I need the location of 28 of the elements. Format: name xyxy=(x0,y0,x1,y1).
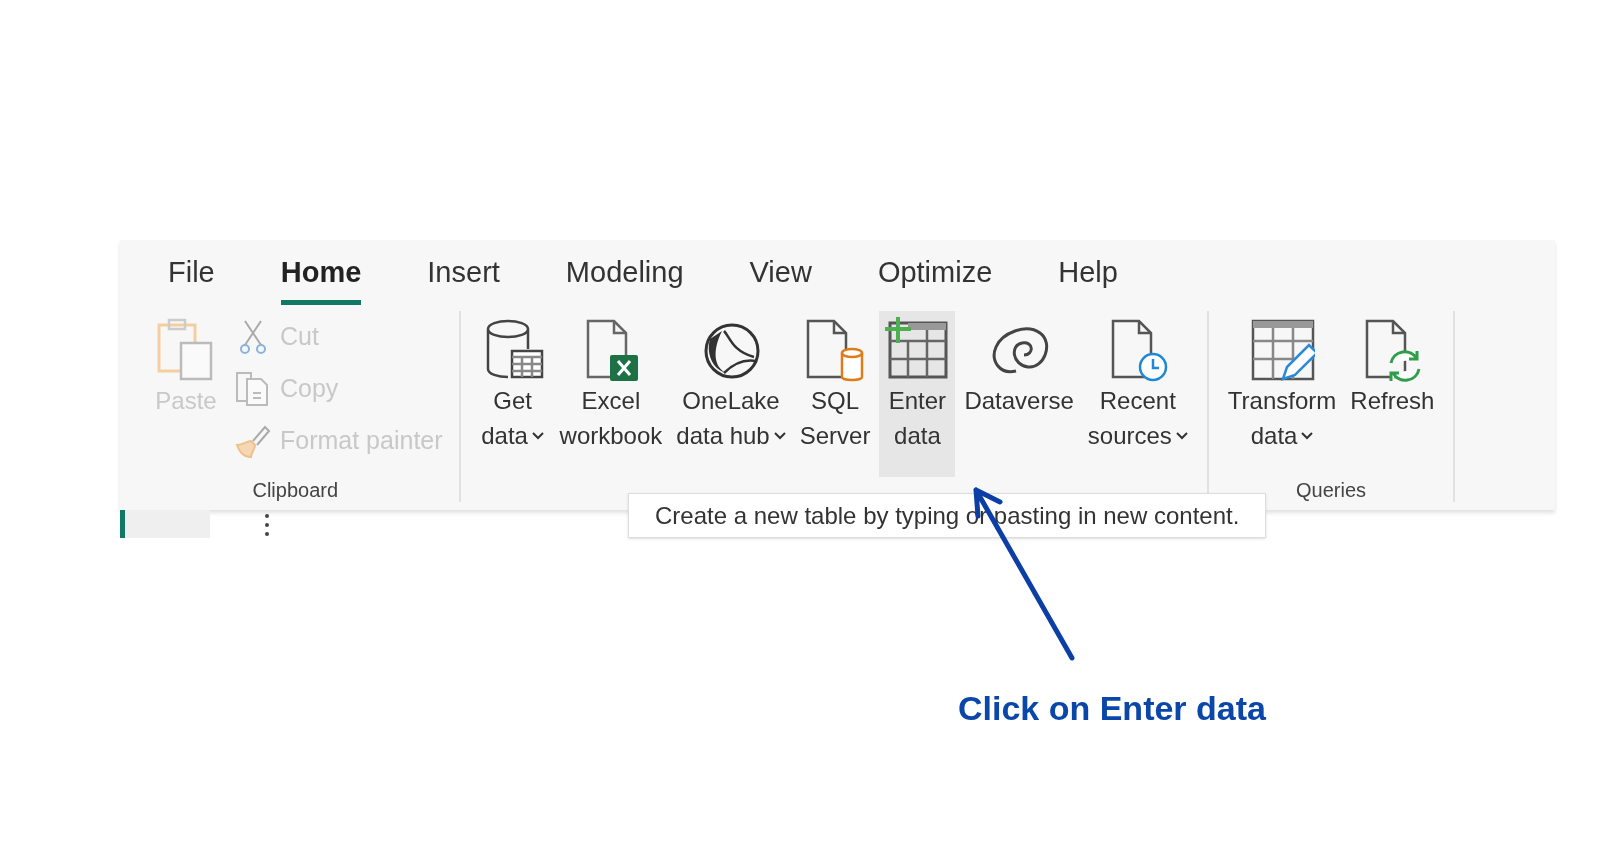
ribbon-button[interactable]: Excel workbook xyxy=(554,311,668,477)
chevron-down-icon xyxy=(773,431,786,440)
ribbon-button[interactable]: Get data xyxy=(474,311,551,477)
group-label: Queries xyxy=(1296,478,1367,503)
ribbon-button[interactable]: Recent sources xyxy=(1082,311,1193,477)
ribbon-tab[interactable]: Home xyxy=(280,252,362,305)
ribbon-button[interactable]: SQL Server xyxy=(794,311,876,477)
ribbon-tab[interactable]: Optimize xyxy=(877,252,993,305)
paintbrush-icon xyxy=(235,423,271,459)
copy-icon xyxy=(235,371,271,407)
ribbon-button[interactable]: Transform data xyxy=(1222,311,1342,477)
scissors-icon xyxy=(239,319,267,355)
chevron-down-icon xyxy=(1175,431,1188,440)
ribbon-tab[interactable]: Modeling xyxy=(565,252,684,305)
more-options-icon xyxy=(265,514,269,536)
table-pencil-icon xyxy=(1249,317,1316,383)
annotation-text: Click on Enter data xyxy=(958,689,1266,727)
ribbon-button[interactable]: OneLake data hub xyxy=(671,311,791,477)
ribbon-tab[interactable]: Insert xyxy=(427,252,500,305)
ribbon-button[interactable]: Refresh xyxy=(1345,311,1440,477)
ribbon-tab[interactable]: Help xyxy=(1058,252,1118,305)
group-label: Clipboard xyxy=(252,478,339,503)
ribbon-tab[interactable]: View xyxy=(749,252,812,305)
ribbon-button[interactable]: Enter data xyxy=(879,311,956,477)
ribbon-button[interactable]: Dataverse xyxy=(959,311,1079,477)
chevron-down-icon xyxy=(1301,431,1314,440)
ribbon-tab[interactable]: File xyxy=(168,252,215,305)
chevron-down-icon xyxy=(531,431,544,440)
